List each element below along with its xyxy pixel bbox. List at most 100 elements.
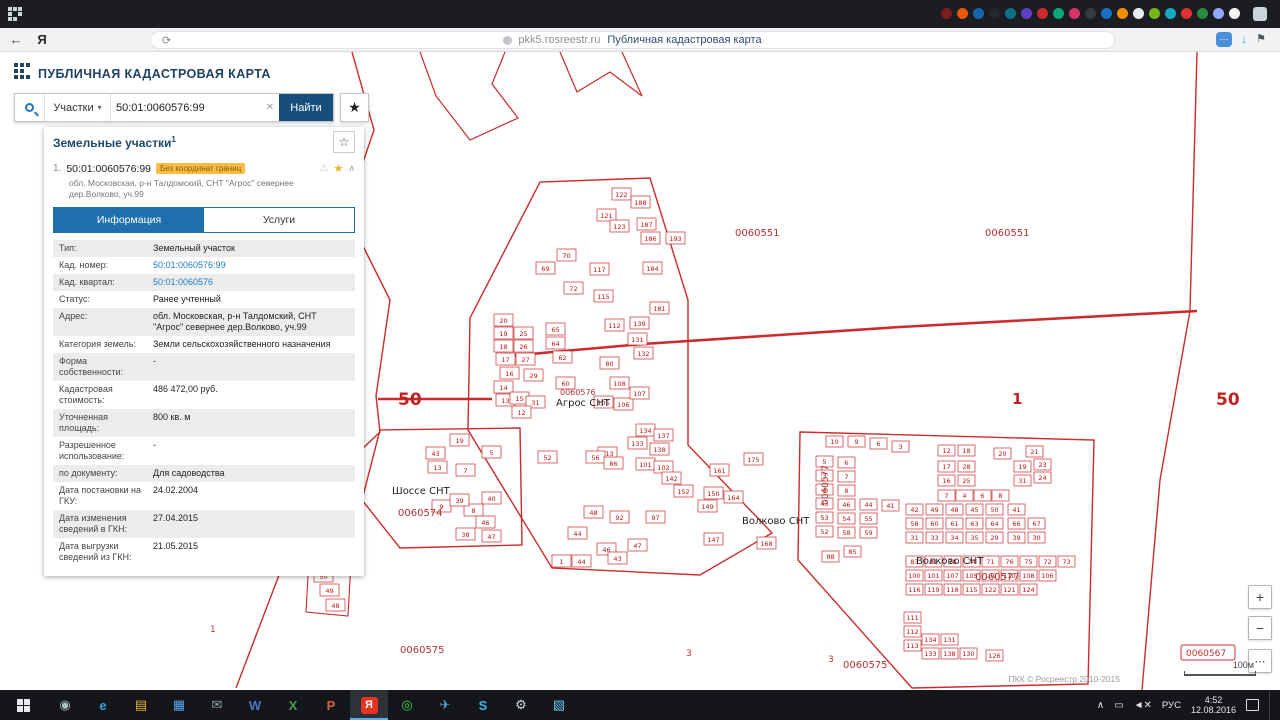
browser-favicon[interactable] xyxy=(1005,8,1016,19)
map-label: 0060575 xyxy=(400,645,445,656)
collapse-icon[interactable]: ∧ xyxy=(348,163,355,174)
site-security-icon[interactable] xyxy=(503,36,512,45)
info-label: Разрешенное использование: xyxy=(53,437,151,465)
taskbar-app[interactable]: P xyxy=(312,690,350,720)
taskbar-app-icon: W xyxy=(249,698,261,713)
language-indicator[interactable]: РУС xyxy=(1162,700,1181,711)
cadastral-parcels[interactable]: 1221881211231871861936970117184721151811… xyxy=(314,188,1075,661)
taskbar-app[interactable]: S xyxy=(464,690,502,720)
svg-text:60: 60 xyxy=(561,380,569,388)
browser-favicon[interactable] xyxy=(1213,8,1224,19)
taskbar-app[interactable]: ▧ xyxy=(540,690,578,720)
parcel-cluster-agros[interactable]: 1221881211231871861936970117184721151811… xyxy=(494,188,776,567)
browser-favicon[interactable] xyxy=(1101,8,1112,19)
taskbar-app[interactable]: ◎ xyxy=(388,690,426,720)
result-item[interactable]: 1. 50:01:0060576:99 Без координат границ… xyxy=(44,157,364,204)
info-value-link[interactable]: 50:01:0060576 xyxy=(151,274,355,291)
browser-favicon[interactable] xyxy=(989,8,1000,19)
taskbar-app[interactable]: ✉ xyxy=(198,690,236,720)
tab-favicons xyxy=(941,8,1240,19)
refresh-icon[interactable]: ⟳ xyxy=(162,34,171,47)
star-icon[interactable]: ★ xyxy=(334,162,344,175)
svg-text:56: 56 xyxy=(591,454,599,462)
taskbar-app[interactable]: ▦ xyxy=(160,690,198,720)
browser-favicon[interactable] xyxy=(1021,8,1032,19)
parcel-cluster-volkovo[interactable]: 1096356374843464441535455525859888512182… xyxy=(816,436,1075,661)
taskbar-app[interactable]: ◉ xyxy=(46,690,84,720)
svg-text:101: 101 xyxy=(927,572,939,580)
show-desktop-button[interactable] xyxy=(1269,690,1274,720)
clock[interactable]: 4:52 12.08.2016 xyxy=(1191,695,1236,715)
svg-text:34: 34 xyxy=(950,534,958,542)
tabs-panel-icon[interactable] xyxy=(1253,7,1267,21)
back-button[interactable]: ← xyxy=(6,31,26,49)
browser-favicon[interactable] xyxy=(1069,8,1080,19)
tray-chevron-icon[interactable]: ∧ xyxy=(1097,700,1104,711)
info-label: Статус: xyxy=(53,291,151,308)
search-icon[interactable] xyxy=(15,94,45,121)
search-input[interactable] xyxy=(111,94,261,121)
volume-muted-icon[interactable]: ◄✕ xyxy=(1134,700,1152,711)
taskbar-app[interactable]: ▤ xyxy=(122,690,160,720)
browser-favicon[interactable] xyxy=(941,8,952,19)
favorites-button[interactable]: ★ xyxy=(340,93,369,122)
browser-favicon[interactable] xyxy=(957,8,968,19)
screen: ← Я ⟳ pkk5.rosreestr.ru Публичная кадаст… xyxy=(0,0,1280,720)
taskbar-app-icon: ⚙ xyxy=(515,697,527,713)
info-row: Категория земель:Земли сельскохозяйствен… xyxy=(53,336,355,353)
browser-favicon[interactable] xyxy=(1085,8,1096,19)
svg-text:21: 21 xyxy=(1030,448,1038,456)
clear-search-icon[interactable]: ✕ xyxy=(261,94,279,121)
browser-favicon[interactable] xyxy=(973,8,984,19)
info-value-link[interactable]: 50:01:0060576:99 xyxy=(151,257,355,274)
find-button[interactable]: Найти xyxy=(279,94,333,121)
search-category-dropdown[interactable]: Участки ▾ xyxy=(45,94,111,121)
extensions-menu-icon[interactable]: ⋯ xyxy=(1216,32,1232,47)
tab-services[interactable]: Услуги xyxy=(204,208,354,232)
svg-text:28: 28 xyxy=(962,463,970,471)
zoom-out-button[interactable]: − xyxy=(1248,616,1272,640)
browser-favicon[interactable] xyxy=(1037,8,1048,19)
svg-text:111: 111 xyxy=(906,614,918,622)
browser-favicon[interactable] xyxy=(1053,8,1064,19)
taskbar-app[interactable]: ✈ xyxy=(426,690,464,720)
svg-text:19: 19 xyxy=(499,330,507,338)
clock-time: 4:52 xyxy=(1191,695,1236,705)
taskbar-app[interactable]: ⚙ xyxy=(502,690,540,720)
bookmarks-flag-icon[interactable]: ⚑ xyxy=(1256,32,1266,47)
svg-text:43: 43 xyxy=(613,555,621,563)
info-value: Земли сельскохозяйственного назначения xyxy=(151,336,355,353)
results-favorite-button[interactable]: ☆ xyxy=(333,131,355,153)
taskbar-app[interactable]: X xyxy=(274,690,312,720)
display-icon[interactable]: ▭ xyxy=(1114,700,1123,711)
browser-favicon[interactable] xyxy=(1133,8,1144,19)
taskbar-app[interactable]: Я xyxy=(350,690,388,720)
browser-favicon[interactable] xyxy=(1181,8,1192,19)
zoom-in-button[interactable]: + xyxy=(1248,585,1272,609)
info-label: Категория земель: xyxy=(53,336,151,353)
svg-text:123: 123 xyxy=(613,223,625,231)
info-row: Кад. квартал:50:01:0060576 xyxy=(53,274,355,291)
svg-text:27: 27 xyxy=(521,356,529,364)
downloads-icon[interactable]: ↓ xyxy=(1241,32,1247,47)
start-button[interactable] xyxy=(0,690,46,720)
taskbar-app[interactable]: W xyxy=(236,690,274,720)
tab-information[interactable]: Информация xyxy=(54,208,204,232)
address-bar[interactable]: ⟳ pkk5.rosreestr.ru Публичная кадастрова… xyxy=(150,31,1115,49)
browser-favicon[interactable] xyxy=(1117,8,1128,19)
map-label: 0060551 xyxy=(985,228,1030,239)
taskbar-app[interactable]: e xyxy=(84,690,122,720)
warning-icon[interactable]: ⚠ xyxy=(320,163,329,174)
browser-favicon[interactable] xyxy=(1229,8,1240,19)
browser-favicon[interactable] xyxy=(1165,8,1176,19)
info-row: по документу:Для садоводства xyxy=(53,465,355,482)
info-row: Форма собственности:- xyxy=(53,353,355,381)
action-center-icon[interactable] xyxy=(1246,699,1259,711)
yandex-home-button[interactable]: Я xyxy=(32,31,52,49)
svg-text:62: 62 xyxy=(558,354,566,362)
browser-favicon[interactable] xyxy=(1197,8,1208,19)
browser-favicon[interactable] xyxy=(1149,8,1160,19)
svg-text:150: 150 xyxy=(707,490,719,498)
svg-text:126: 126 xyxy=(988,652,1000,660)
active-tab-favicon-icon[interactable] xyxy=(8,7,22,26)
